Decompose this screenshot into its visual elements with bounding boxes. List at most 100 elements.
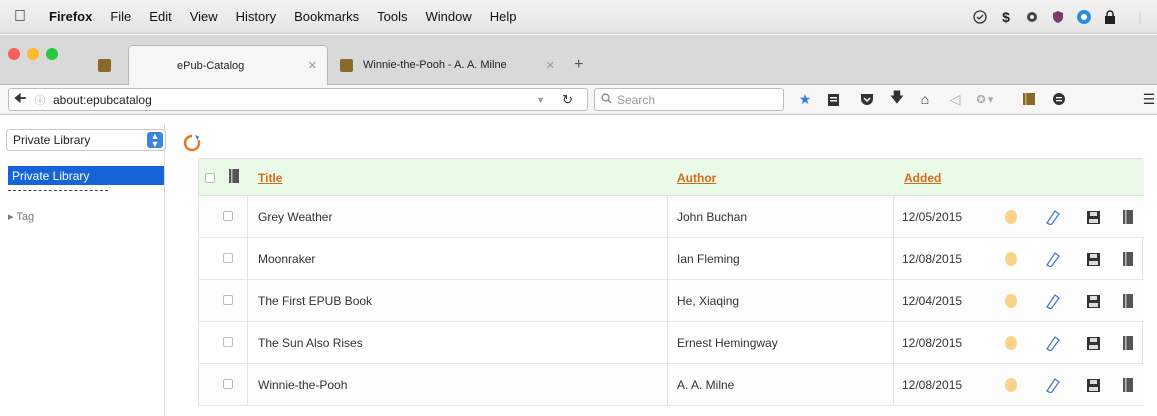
cell-added: 12/04/2015 <box>902 294 963 308</box>
back-icon[interactable]: 🠈 <box>9 88 31 112</box>
library-select[interactable]: Private Library ▲ ▼ <box>6 129 166 151</box>
select-all-checkbox[interactable] <box>205 173 215 183</box>
cell-title: The First EPUB Book <box>258 294 373 308</box>
table-row[interactable]: Grey Weather John Buchan 12/05/2015 <box>199 196 1144 238</box>
cell-added: 12/08/2015 <box>902 378 963 392</box>
home-icon[interactable]: ⌂ <box>916 90 934 108</box>
dollar-icon[interactable]: $ <box>998 9 1014 25</box>
book-icon[interactable] <box>1119 334 1137 352</box>
gear-icon[interactable] <box>1024 9 1040 25</box>
table-row[interactable]: Winnie-the-Pooh A. A. Milne 12/08/2015 <box>199 364 1144 406</box>
tag-edit-icon[interactable] <box>1044 250 1062 268</box>
row-checkbox[interactable] <box>223 211 233 221</box>
coin-icon[interactable] <box>1002 250 1020 268</box>
clipboard-icon[interactable] <box>824 90 842 108</box>
refresh-icon[interactable] <box>182 133 202 153</box>
lock-icon[interactable] <box>1102 9 1118 25</box>
save-icon[interactable] <box>1084 250 1102 268</box>
save-icon[interactable] <box>1084 292 1102 310</box>
menu-history[interactable]: History <box>227 9 285 24</box>
apple-icon[interactable]:  <box>0 8 40 26</box>
menu-tools[interactable]: Tools <box>368 9 416 24</box>
cell-title: Grey Weather <box>258 210 333 224</box>
shield-icon[interactable] <box>1050 9 1066 25</box>
book-icon[interactable] <box>1119 250 1137 268</box>
zoom-window-button[interactable] <box>46 48 58 60</box>
hamburger-menu-icon[interactable]: ☰ <box>1140 90 1157 108</box>
search-icon <box>601 92 612 107</box>
cell-added: 12/08/2015 <box>902 252 963 266</box>
tag-edit-icon[interactable] <box>1044 376 1062 394</box>
overflow-icon[interactable]: | <box>1128 9 1152 25</box>
tab-pinned[interactable] <box>88 45 128 85</box>
cell-author: Ernest Hemingway <box>677 336 778 350</box>
search-input[interactable]: Search <box>594 88 784 111</box>
minimize-window-button[interactable] <box>27 48 39 60</box>
bookmark-star-icon[interactable]: ★ <box>796 90 814 108</box>
close-tab-icon[interactable]: ✕ <box>308 59 317 72</box>
cell-added: 12/05/2015 <box>902 210 963 224</box>
column-header-title[interactable]: Title <box>258 171 282 185</box>
row-checkbox[interactable] <box>223 295 233 305</box>
save-icon[interactable] <box>1084 334 1102 352</box>
cell-author: He, Xiaqing <box>677 294 740 308</box>
coin-icon[interactable] <box>1002 334 1020 352</box>
column-header-added[interactable]: Added <box>904 171 941 185</box>
sidebar-item-private-library[interactable]: Private Library <box>8 166 164 185</box>
clock-check-icon[interactable] <box>972 9 988 25</box>
share-icon[interactable]: ◁ <box>946 90 964 108</box>
addon-icon[interactable]: ✪ ▾ <box>976 90 994 108</box>
tab-epub-catalog[interactable]: ePub-Catalog ✕ <box>128 45 328 85</box>
site-info-icon[interactable]: ⓘ <box>31 92 49 108</box>
new-tab-button[interactable]: + <box>574 45 604 85</box>
epub-book-icon[interactable] <box>1020 90 1038 108</box>
save-icon[interactable] <box>1084 208 1102 226</box>
menu-help[interactable]: Help <box>481 9 526 24</box>
coin-icon[interactable] <box>1002 376 1020 394</box>
book-icon <box>98 58 111 72</box>
chat-icon[interactable] <box>1050 90 1068 108</box>
tag-edit-icon[interactable] <box>1044 334 1062 352</box>
tag-edit-icon[interactable] <box>1044 292 1062 310</box>
tab-strip: ePub-Catalog ✕ Winnie-the-Pooh - A. A. M… <box>0 35 1157 85</box>
sidebar-item-tag[interactable]: ▸ Tag <box>8 210 34 223</box>
reload-icon[interactable]: ↻ <box>562 92 573 108</box>
table-row[interactable]: Moonraker Ian Fleming 12/08/2015 <box>199 238 1144 280</box>
table-row[interactable]: The First EPUB Book He, Xiaqing 12/04/20… <box>199 280 1144 322</box>
search-placeholder: Search <box>617 92 656 107</box>
menu-view[interactable]: View <box>181 9 227 24</box>
row-checkbox[interactable] <box>223 253 233 263</box>
cell-author: Ian Fleming <box>677 252 740 266</box>
tag-edit-icon[interactable] <box>1044 208 1062 226</box>
url-bar[interactable]: 🠈 ⓘ about:epubcatalog ▼ ↻ <box>8 88 588 111</box>
column-header-author[interactable]: Author <box>677 171 716 185</box>
tab-title: ePub-Catalog <box>177 59 245 72</box>
book-icon[interactable] <box>1119 292 1137 310</box>
book-icon[interactable] <box>1119 208 1137 226</box>
close-window-button[interactable] <box>8 48 20 60</box>
row-checkbox[interactable] <box>223 379 233 389</box>
cell-title: The Sun Also Rises <box>258 336 363 350</box>
sync-icon[interactable] <box>1076 9 1092 25</box>
pocket-icon[interactable] <box>858 90 876 108</box>
close-tab-icon[interactable]: ✕ <box>546 59 555 72</box>
menu-edit[interactable]: Edit <box>140 9 180 24</box>
book-icon[interactable] <box>1119 376 1137 394</box>
select-arrows-icon: ▲ ▼ <box>147 132 163 149</box>
coin-icon[interactable] <box>1002 208 1020 226</box>
table-row[interactable]: The Sun Also Rises Ernest Hemingway 12/0… <box>199 322 1144 364</box>
cell-title: Winnie-the-Pooh <box>258 378 348 392</box>
menu-app-firefox[interactable]: Firefox <box>40 9 101 24</box>
tab-winnie-the-pooh[interactable]: Winnie-the-Pooh - A. A. Milne ✕ <box>330 45 565 85</box>
book-icon <box>340 58 353 72</box>
row-checkbox[interactable] <box>223 337 233 347</box>
menu-bookmarks[interactable]: Bookmarks <box>285 9 368 24</box>
url-dropdown-icon[interactable]: ▼ <box>536 95 545 105</box>
coin-icon[interactable] <box>1002 292 1020 310</box>
download-icon[interactable]: 🡇 <box>888 89 906 108</box>
navigation-bar: 🠈 ⓘ about:epubcatalog ▼ ↻ Search ★ 🡇 ⌂ ◁… <box>0 85 1157 115</box>
url-text[interactable]: about:epubcatalog <box>53 93 152 107</box>
save-icon[interactable] <box>1084 376 1102 394</box>
menu-window[interactable]: Window <box>417 9 481 24</box>
menu-file[interactable]: File <box>101 9 140 24</box>
